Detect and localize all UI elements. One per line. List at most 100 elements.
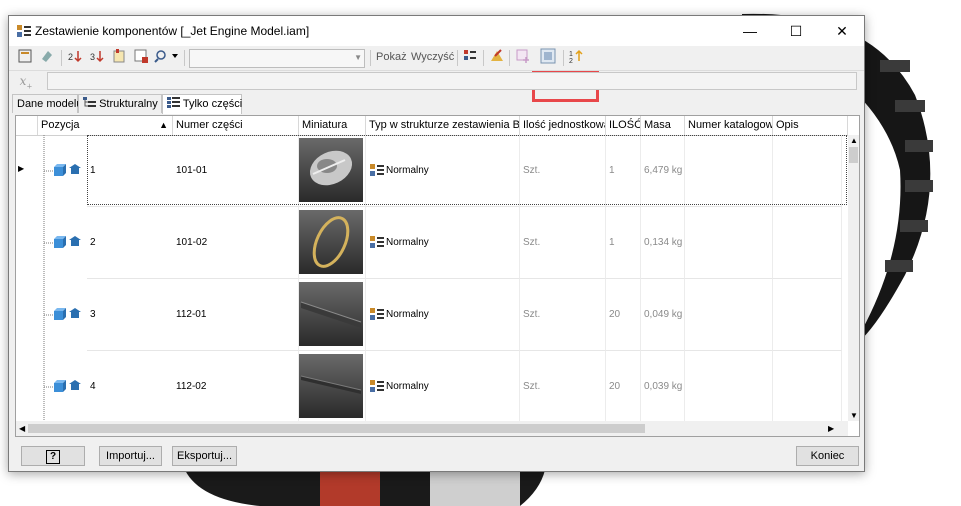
vertical-scroll-thumb[interactable] <box>849 147 858 163</box>
scroll-right-icon[interactable]: ▶ <box>828 424 834 433</box>
tab-model-data-label: Dane modelu <box>17 98 83 110</box>
filter-dropdown[interactable]: ▼ <box>189 49 365 68</box>
column-header-pozycja[interactable]: Pozycja ▲ <box>38 116 173 135</box>
ring-thumbnail <box>299 210 363 274</box>
show-button[interactable]: Pokaż <box>376 51 407 63</box>
table-settings-icon[interactable] <box>131 48 151 68</box>
cell-masa[interactable]: 0,134 kg <box>641 207 685 279</box>
svg-text:2: 2 <box>569 58 573 64</box>
cell-numer-katalogowy[interactable] <box>685 351 773 423</box>
table-header: Pozycja ▲ Numer części Miniatura Typ w st… <box>16 116 859 136</box>
part-icon <box>54 164 82 178</box>
formula-input[interactable] <box>47 72 857 90</box>
column-header-ilosc-jednostkowa[interactable]: Ilość jednostkowa <box>520 116 606 135</box>
header-corner <box>16 116 38 135</box>
export-parts-icon[interactable] <box>487 48 507 68</box>
title-bar: Zestawienie komponentów [_Jet Engine Mod… <box>9 16 864 46</box>
cell-ilosc[interactable]: 20 <box>606 351 641 423</box>
cell-ilosc-jednostkowa[interactable]: Szt. <box>520 351 606 423</box>
cell-pozycja[interactable]: 3 <box>87 279 173 351</box>
column-header-masa[interactable]: Masa <box>641 116 685 135</box>
bom-type-text: Normalny <box>386 237 429 248</box>
column-header-numer-czesci[interactable]: Numer części <box>173 116 299 135</box>
help-button[interactable]: ? <box>21 446 85 466</box>
export-button[interactable]: Eksportuj... <box>172 446 237 466</box>
cell-pozycja[interactable]: 2 <box>87 207 173 279</box>
clear-button[interactable]: Wyczyść <box>411 51 454 63</box>
tab-model-data[interactable]: Dane modelu <box>12 94 82 113</box>
selected-row-outline <box>87 135 847 205</box>
tab-parts-only-label: Tylko części <box>182 98 243 110</box>
column-header-opis[interactable]: Opis <box>773 116 848 135</box>
part-icon <box>54 308 82 322</box>
import-button[interactable]: Importuj... <box>99 446 162 466</box>
cell-opis[interactable] <box>773 351 842 423</box>
window-title: Zestawienie komponentów [_Jet Engine Mod… <box>35 24 310 38</box>
row-selector[interactable] <box>16 207 24 279</box>
formula-bar: x+ <box>9 71 864 93</box>
cell-numer-czesci[interactable]: 112-02 <box>173 351 299 423</box>
bom-type-text: Normalny <box>386 309 429 320</box>
vertical-scrollbar[interactable]: ▲ ▼ <box>848 135 859 421</box>
eraser-icon[interactable] <box>37 48 57 68</box>
table-row[interactable]: 2 101-02 Normalny Szt. 1 0,134 kg <box>16 207 842 279</box>
cell-opis[interactable] <box>773 279 842 351</box>
column-header-numer-katalogowy[interactable]: Numer katalogowy <box>685 116 773 135</box>
cell-masa[interactable]: 0,039 kg <box>641 351 685 423</box>
row-selector[interactable] <box>16 279 24 351</box>
column-header-miniatura[interactable]: Miniatura <box>299 116 366 135</box>
scroll-down-icon[interactable]: ▼ <box>850 411 858 420</box>
horizontal-scroll-thumb[interactable] <box>28 424 645 433</box>
minimize-button[interactable]: — <box>727 16 773 46</box>
maximize-button[interactable]: ☐ <box>773 16 819 46</box>
formula-icon[interactable]: x+ <box>13 72 39 91</box>
table-row[interactable]: ▶ 1 101-01 Normalny Szt. 1 6,479 kg <box>16 135 847 207</box>
thumbnail-view-icon[interactable] <box>538 48 558 68</box>
cell-numer-katalogowy[interactable] <box>685 279 773 351</box>
sort-order-icon[interactable]: 12 <box>566 48 586 68</box>
chevron-down-icon: ▼ <box>354 53 362 62</box>
bom-type-text: Normalny <box>386 381 429 392</box>
tab-strip: Dane modelu Strukturalny Tylko części <box>9 94 864 114</box>
renumber-icon[interactable] <box>109 48 129 68</box>
tab-parts-only[interactable]: Tylko części <box>162 94 242 114</box>
cell-ilosc[interactable]: 20 <box>606 279 641 351</box>
table-row[interactable]: 4 112-02 Normalny Szt. 20 0,039 kg <box>16 351 842 423</box>
import-bom-icon[interactable] <box>15 48 35 68</box>
part-icon <box>54 236 82 250</box>
scroll-left-icon[interactable]: ◀ <box>19 424 25 433</box>
horizontal-scrollbar[interactable]: ◀ ▶ <box>16 421 848 436</box>
cell-ilosc-jednostkowa[interactable]: Szt. <box>520 207 606 279</box>
cell-numer-czesci[interactable]: 101-02 <box>173 207 299 279</box>
close-window-button[interactable]: ✕ <box>819 16 864 46</box>
cell-ilosc[interactable]: 1 <box>606 207 641 279</box>
cell-opis[interactable] <box>773 207 842 279</box>
svg-text:3: 3 <box>90 52 95 62</box>
scroll-up-icon[interactable]: ▲ <box>850 136 858 145</box>
tab-structured[interactable]: Strukturalny <box>78 94 162 113</box>
bom-window: Zestawienie komponentów [_Jet Engine Mod… <box>8 15 865 472</box>
table-row[interactable]: 3 112-01 Normalny Szt. 20 0,049 kg <box>16 279 842 351</box>
help-icon: ? <box>46 450 60 464</box>
sort-descending-icon[interactable]: 3 <box>87 48 107 68</box>
cell-numer-katalogowy[interactable] <box>685 207 773 279</box>
column-header-typ-bom[interactable]: Typ w strukturze zestawienia BOM <box>366 116 520 135</box>
sort-indicator-icon: ▲ <box>159 120 168 130</box>
sort-ascending-icon[interactable]: 2 <box>65 48 85 68</box>
row-selector[interactable] <box>16 351 24 423</box>
cell-pozycja[interactable]: 4 <box>87 351 173 423</box>
cell-numer-czesci[interactable]: 112-01 <box>173 279 299 351</box>
normal-bom-icon <box>370 236 384 248</box>
add-custom-part-icon[interactable] <box>513 48 533 68</box>
bom-table: Pozycja ▲ Numer części Miniatura Typ w st… <box>15 115 860 437</box>
column-header-ilosc[interactable]: ILOŚĆ <box>606 116 641 135</box>
parts-only-icon <box>167 97 180 108</box>
cell-masa[interactable]: 0,049 kg <box>641 279 685 351</box>
cell-ilosc-jednostkowa[interactable]: Szt. <box>520 279 606 351</box>
find-icon[interactable] <box>153 48 181 68</box>
done-button[interactable]: Koniec <box>796 446 859 466</box>
bom-window-icon <box>17 25 31 37</box>
row-selector[interactable]: ▶ <box>16 135 24 207</box>
tab-structured-label: Strukturalny <box>99 98 158 110</box>
custom-parts-icon[interactable] <box>460 48 480 68</box>
